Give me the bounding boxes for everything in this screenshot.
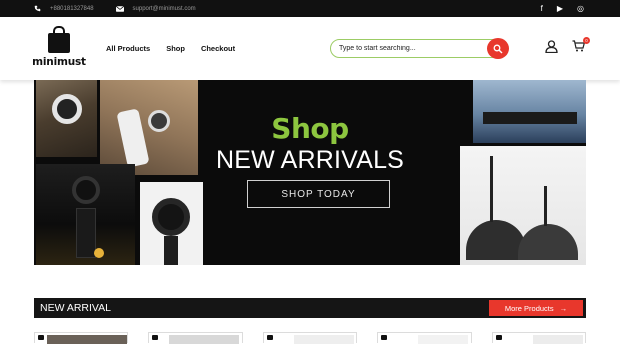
product-card[interactable] bbox=[377, 332, 472, 344]
contact-info: +880181327848 support@minimust.com bbox=[34, 5, 196, 12]
nav-shop[interactable]: Shop bbox=[166, 44, 185, 53]
search-icon bbox=[493, 44, 503, 53]
product-card[interactable] bbox=[34, 332, 129, 344]
more-products-label: More Products bbox=[504, 303, 554, 313]
email-address[interactable]: support@minimust.com bbox=[133, 6, 196, 12]
facebook-icon[interactable]: f bbox=[541, 4, 543, 13]
product-card[interactable] bbox=[491, 332, 587, 344]
section-title: NEW ARRIVAL bbox=[40, 302, 111, 314]
logo-icon bbox=[495, 335, 502, 340]
social-links: f ▶ ◎ bbox=[541, 0, 584, 17]
logo-icon bbox=[381, 335, 388, 340]
nav-checkout[interactable]: Checkout bbox=[201, 44, 235, 53]
product-card[interactable] bbox=[148, 332, 243, 344]
search-input[interactable] bbox=[339, 45, 479, 52]
hero-shop-text: Shop bbox=[271, 112, 349, 145]
logo-icon bbox=[38, 335, 44, 340]
hero-banner: Shop NEW ARRIVALS SHOP TODAY bbox=[34, 80, 586, 265]
search-bar bbox=[330, 38, 509, 59]
youtube-icon[interactable]: ▶ bbox=[557, 4, 563, 13]
main-nav: All Products Shop Checkout bbox=[106, 44, 235, 53]
product-photo bbox=[36, 164, 135, 265]
user-icon[interactable] bbox=[545, 40, 558, 53]
product-card[interactable] bbox=[262, 332, 358, 344]
top-bar: +880181327848 support@minimust.com f ▶ ◎ bbox=[0, 0, 620, 17]
search-button[interactable] bbox=[487, 38, 509, 59]
brand-name: minimust bbox=[32, 56, 86, 68]
site-header: minimust All Products Shop Checkout bbox=[0, 17, 620, 80]
cart-count-badge: 0 bbox=[583, 37, 590, 44]
hero-title: NEW ARRIVALS bbox=[215, 146, 405, 174]
nav-all-products[interactable]: All Products bbox=[106, 44, 150, 53]
product-photo bbox=[140, 182, 203, 265]
logo[interactable]: minimust bbox=[32, 26, 86, 71]
phone-number[interactable]: +880181327848 bbox=[50, 6, 94, 12]
new-arrival-header: NEW ARRIVAL More Products → bbox=[34, 298, 586, 318]
bag-icon bbox=[48, 26, 70, 53]
instagram-icon[interactable]: ◎ bbox=[577, 4, 584, 13]
more-products-button[interactable]: More Products → bbox=[489, 300, 583, 316]
logo-icon bbox=[266, 335, 273, 340]
phone-icon bbox=[34, 5, 41, 12]
product-grid bbox=[34, 332, 587, 344]
mail-icon bbox=[115, 5, 124, 12]
arrow-right-icon: → bbox=[559, 303, 568, 313]
logo-icon bbox=[152, 335, 159, 340]
shop-today-button[interactable]: SHOP TODAY bbox=[247, 180, 390, 208]
